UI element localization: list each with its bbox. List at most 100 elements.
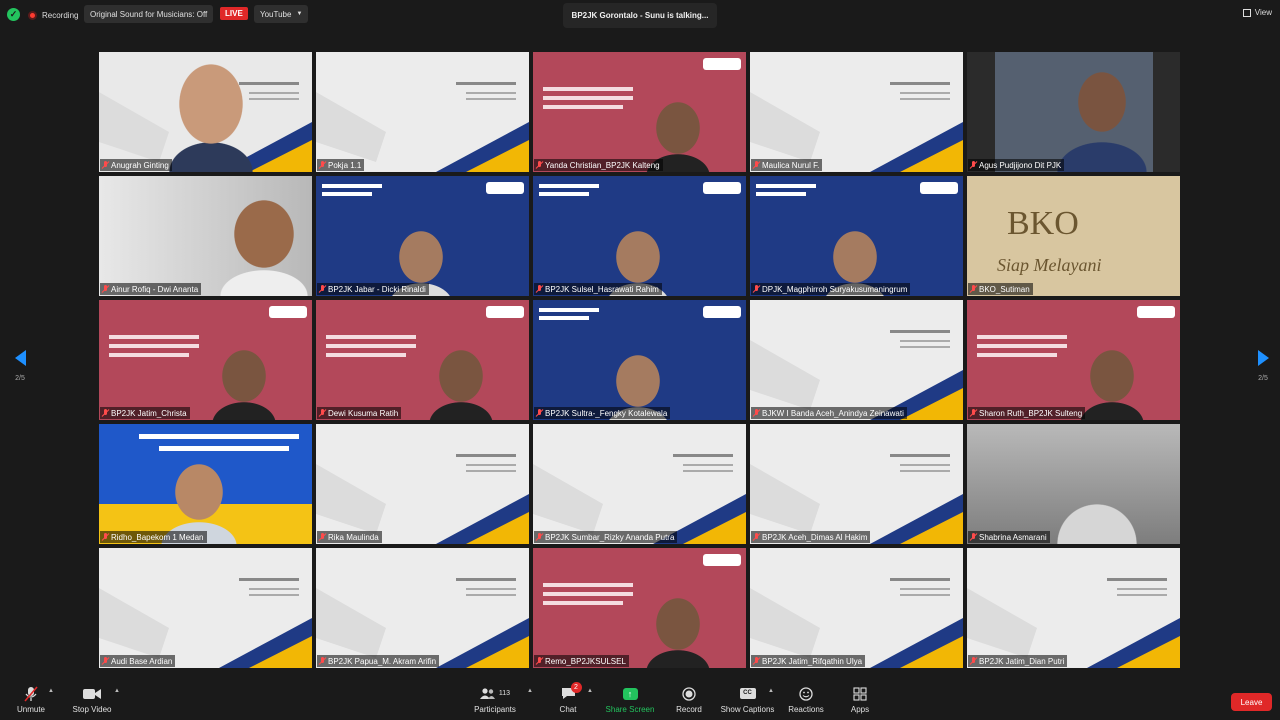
record-button[interactable]: Record [674, 685, 704, 719]
participant-name-tag: Rika Maulinda [317, 531, 382, 543]
participants-button[interactable]: 113 Participants [473, 685, 517, 719]
participant-name-tag: Dewi Kusuma Ratih [317, 407, 402, 419]
participant-name: Sharon Ruth_BP2JK Sulteng [979, 408, 1083, 418]
video-feed [99, 548, 312, 668]
participants-icon: 113 [479, 685, 511, 702]
participant-tile[interactable]: Rika Maulinda [316, 424, 529, 544]
participant-name: BP2JK Sulsel_Hasrawati Rahim [545, 284, 659, 294]
participant-name: BP2JK Papua_M. Akram Arifin [328, 656, 437, 666]
record-dot-icon [28, 10, 37, 20]
page-indicator-right: 2/5 [1258, 375, 1268, 382]
active-speaker-banner: BP2JK Gorontalo - Sunu is talking... [563, 3, 717, 28]
participant-name-tag: Pokja 1.1 [317, 159, 365, 171]
participant-name-tag: Sharon Ruth_BP2JK Sulteng [968, 407, 1086, 419]
share-screen-label: Share Screen [605, 705, 655, 714]
participant-name: BP2JK Jatim_Christa [111, 408, 187, 418]
participant-name-tag: BP2JK Sultra-_Fengky Kotalewala [534, 407, 671, 419]
participant-tile[interactable]: BP2JK Jabar - Dicki Rinaldi [316, 176, 529, 296]
video-options-caret-icon[interactable]: ▲ [114, 688, 120, 694]
participant-tile[interactable]: BKO Siap Melayani BKO_Sutiman [967, 176, 1180, 296]
participant-tile[interactable]: Remo_BP2JKSULSEL [533, 548, 746, 668]
participant-name: Pokja 1.1 [328, 160, 362, 170]
reactions-button[interactable]: Reactions [788, 685, 824, 719]
chat-label: Chat [559, 705, 577, 714]
reactions-label: Reactions [788, 705, 824, 714]
participant-tile[interactable]: DPJK_Magphirroh Suryakusumaningrum [750, 176, 963, 296]
show-captions-button[interactable]: CC Show Captions [720, 685, 775, 719]
participant-name-tag: BP2JK Aceh_Dimas Al Hakim [751, 531, 871, 543]
participant-tile[interactable]: BJKW I Banda Aceh_Anindya Zeinawati [750, 300, 963, 420]
participant-tile[interactable]: Dewi Kusuma Ratih [316, 300, 529, 420]
stop-video-button[interactable]: Stop Video [70, 685, 114, 719]
participant-tile[interactable]: BP2JK Jatim_Christa [99, 300, 312, 420]
participant-tile[interactable]: Shabrina Asmarani [967, 424, 1180, 544]
video-feed [99, 52, 312, 172]
video-feed [99, 176, 312, 296]
record-icon [682, 685, 696, 702]
smiley-icon [799, 685, 813, 702]
participant-tile[interactable]: BP2JK Jatim_Dian Putri [967, 548, 1180, 668]
original-sound-button[interactable]: Original Sound for Musicians: Off [84, 5, 214, 23]
participant-tile[interactable]: Anugrah Ginting [99, 52, 312, 172]
previous-page-button[interactable]: 2/5 [10, 350, 30, 390]
chat-caret-icon[interactable]: ▲ [587, 688, 593, 694]
share-screen-icon: ↑ [622, 685, 638, 702]
video-camera-icon [83, 685, 101, 702]
participant-name-tag: BP2JK Jatim_Christa [100, 407, 190, 419]
participants-count: 113 [498, 690, 511, 697]
microphone-muted-icon [24, 685, 38, 702]
show-captions-label: Show Captions [720, 705, 775, 714]
participant-tile[interactable]: Pokja 1.1 [316, 52, 529, 172]
unmute-button[interactable]: Unmute [14, 685, 48, 719]
live-badge[interactable]: LIVE [220, 7, 248, 20]
security-shield-icon[interactable]: ✓ [7, 8, 20, 21]
participant-name-tag: Ridho_Bapekom 1 Medan [100, 531, 207, 543]
participant-tile[interactable]: BP2JK Aceh_Dimas Al Hakim [750, 424, 963, 544]
share-screen-button[interactable]: ↑ Share Screen [604, 685, 656, 719]
participant-name-tag: Agus Pudjijono Dit PJK [968, 159, 1065, 171]
participant-tile[interactable]: BP2JK Sultra-_Fengky Kotalewala [533, 300, 746, 420]
participant-tile[interactable]: Audi Base Ardian [99, 548, 312, 668]
page-indicator-left: 2/5 [15, 375, 25, 382]
recording-indicator[interactable]: Recording [28, 7, 78, 23]
participant-tile[interactable]: BP2JK Sumbar_Rizky Ananda Putra [533, 424, 746, 544]
video-feed [316, 52, 529, 172]
participant-name-tag: Anugrah Ginting [100, 159, 172, 171]
microphone-muted-icon [102, 161, 109, 169]
participant-tile[interactable]: BP2JK Jatim_Rifqathin Ulya [750, 548, 963, 668]
participant-name-tag: DPJK_Magphirroh Suryakusumaningrum [751, 283, 911, 295]
apps-button[interactable]: Apps [848, 685, 872, 719]
video-feed [316, 548, 529, 668]
participant-tile[interactable]: Agus Pudjijono Dit PJK [967, 52, 1180, 172]
participant-tile[interactable]: Sharon Ruth_BP2JK Sulteng [967, 300, 1180, 420]
youtube-dropdown[interactable]: YouTube ▼ [254, 5, 309, 23]
video-feed [750, 548, 963, 668]
participant-name: BP2JK Jatim_Dian Putri [979, 656, 1065, 666]
leave-button[interactable]: Leave [1231, 693, 1272, 711]
microphone-muted-icon [753, 409, 760, 417]
participant-tile[interactable]: Yanda Christian_BP2JK Kalteng [533, 52, 746, 172]
video-feed [99, 300, 312, 420]
arrow-left-icon [14, 350, 26, 366]
participant-tile[interactable]: BP2JK Sulsel_Hasrawati Rahim [533, 176, 746, 296]
microphone-muted-icon [102, 409, 109, 417]
participant-name: Ainur Rofiq - Dwi Ananta [111, 284, 199, 294]
video-feed [533, 176, 746, 296]
microphone-muted-icon [970, 657, 977, 665]
chevron-down-icon: ▼ [296, 11, 303, 17]
view-label: View [1254, 8, 1272, 17]
participant-tile[interactable]: Maulica Nurul F. [750, 52, 963, 172]
participant-tile[interactable]: Ridho_Bapekom 1 Medan [99, 424, 312, 544]
participant-name-tag: BP2JK Jabar - Dicki Rinaldi [317, 283, 429, 295]
captions-caret-icon[interactable]: ▲ [768, 688, 774, 694]
participant-name-tag: BP2JK Sumbar_Rizky Ananda Putra [534, 531, 678, 543]
view-button[interactable]: View [1242, 8, 1272, 17]
stop-video-label: Stop Video [72, 705, 112, 714]
chat-button[interactable]: 2 Chat [553, 682, 583, 719]
next-page-button[interactable]: 2/5 [1253, 350, 1273, 390]
audio-options-caret-icon[interactable]: ▲ [48, 688, 54, 694]
participant-tile[interactable]: Ainur Rofiq - Dwi Ananta [99, 176, 312, 296]
participant-name-tag: Maulica Nurul F. [751, 159, 823, 171]
participant-tile[interactable]: BP2JK Papua_M. Akram Arifin [316, 548, 529, 668]
participants-caret-icon[interactable]: ▲ [527, 688, 533, 694]
